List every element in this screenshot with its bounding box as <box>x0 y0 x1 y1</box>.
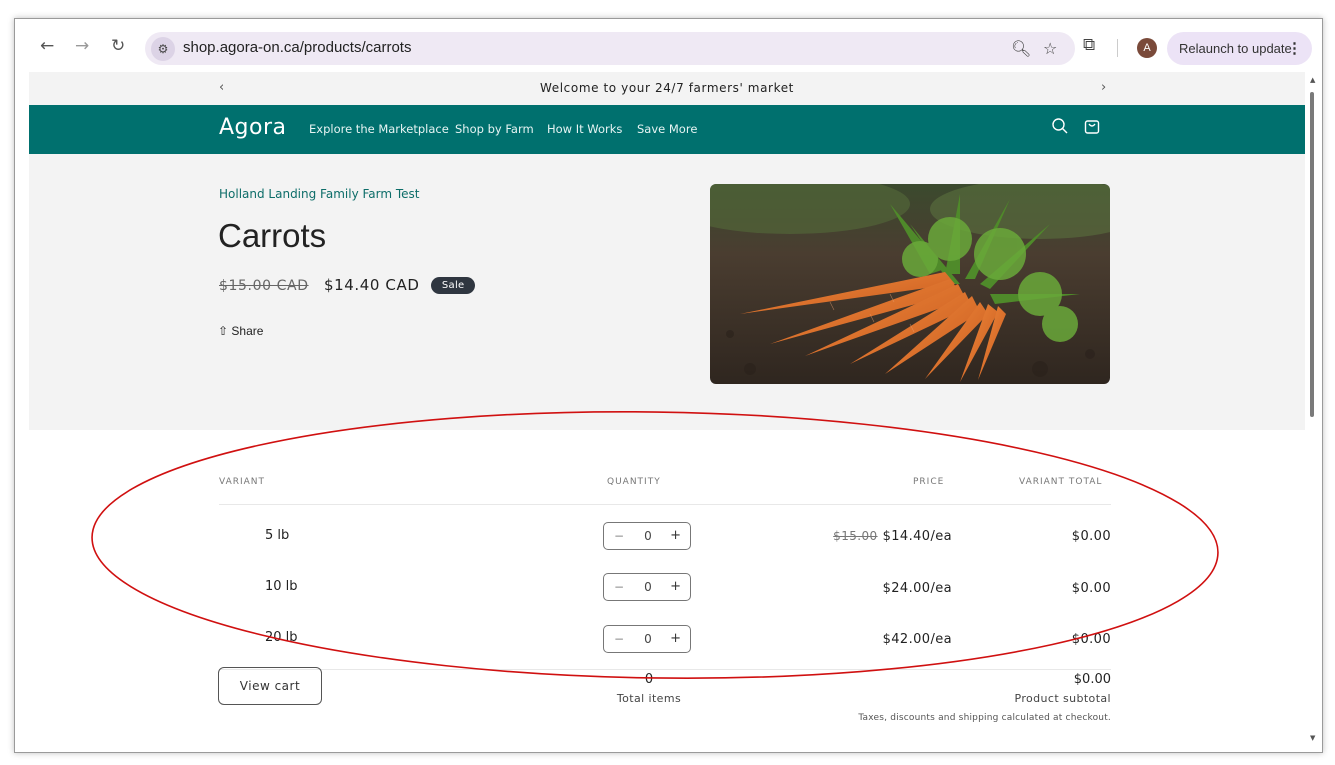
search-icon[interactable] <box>1051 117 1069 140</box>
url-text[interactable]: shop.agora-on.ca/products/carrots <box>183 39 411 56</box>
total-items-count: 0 <box>644 672 654 687</box>
quantity-stepper: − 0 + <box>603 522 691 550</box>
share-label: Share <box>231 324 264 338</box>
variant-price: $42.00/ea <box>883 632 952 647</box>
address-bar[interactable]: ⚙ shop.agora-on.ca/products/carrots 🔍︎ ☆ <box>145 32 1075 65</box>
variant-name: 5 lb <box>265 528 290 543</box>
variant-total: $0.00 <box>1071 529 1111 544</box>
relaunch-label: Relaunch to update <box>1179 41 1292 56</box>
profile-avatar[interactable]: A <box>1137 38 1157 58</box>
announcement-text: Welcome to your 24/7 farmers' market <box>540 81 794 95</box>
nav-explore-marketplace[interactable]: Explore the Marketplace <box>309 122 449 136</box>
relaunch-button[interactable]: Relaunch to update ⋮ <box>1167 32 1312 65</box>
tax-note: Taxes, discounts and shipping calculated… <box>858 713 1111 723</box>
site-info-icon[interactable]: ⚙ <box>151 37 175 61</box>
product-image[interactable] <box>710 184 1110 384</box>
vendor-link[interactable]: Holland Landing Family Farm Test <box>219 187 420 201</box>
product-price: $15.00 CAD $14.40 CAD Sale <box>219 276 476 294</box>
variant-unit-price: $42.00/ea <box>882 632 952 647</box>
zoom-icon[interactable]: 🔍︎ <box>1011 39 1031 58</box>
announcement-next-icon[interactable]: › <box>1101 80 1106 95</box>
back-arrow-icon[interactable]: ← <box>40 36 54 56</box>
increase-quantity-button[interactable]: + <box>670 579 681 594</box>
product-hero: Holland Landing Family Farm Test Carrots… <box>29 154 1305 430</box>
variant-price: $15.00 $14.40/ea <box>833 529 952 544</box>
product-title: Carrots <box>218 217 327 254</box>
variant-unit-price: $24.00/ea <box>882 581 952 596</box>
variant-compare-price: $15.00 <box>833 529 878 543</box>
col-header-variant: VARIANT <box>219 477 266 487</box>
site-header: Agora Explore the Marketplace Shop by Fa… <box>29 105 1305 154</box>
table-divider <box>219 669 1111 670</box>
sale-price: $14.40 CAD <box>323 276 420 294</box>
toolbar-divider <box>1117 39 1118 57</box>
col-header-quantity: QUANTITY <box>607 477 661 487</box>
variant-name: 10 lb <box>265 579 298 594</box>
brand-logo[interactable]: Agora <box>219 115 287 140</box>
variant-price: $24.00/ea <box>883 581 952 596</box>
forward-arrow-icon[interactable]: → <box>75 36 89 56</box>
variant-total: $0.00 <box>1071 581 1111 596</box>
col-header-price: PRICE <box>913 477 945 487</box>
nav-how-it-works[interactable]: How It Works <box>547 122 622 136</box>
nav-shop-by-farm[interactable]: Shop by Farm <box>455 122 534 136</box>
scroll-up-arrow-icon[interactable]: ▲ <box>1310 76 1315 84</box>
sale-badge: Sale <box>430 277 476 294</box>
increase-quantity-button[interactable]: + <box>670 631 681 646</box>
col-header-total: VARIANT TOTAL <box>1019 477 1103 487</box>
reload-icon[interactable]: ↻ <box>111 36 125 56</box>
table-divider <box>219 504 1111 505</box>
bookmark-star-icon[interactable]: ☆ <box>1043 39 1057 58</box>
nav-save-more[interactable]: Save More <box>637 122 697 136</box>
variant-table: VARIANT QUANTITY PRICE VARIANT TOTAL 5 l… <box>29 430 1305 752</box>
extensions-puzzle-icon[interactable]: ⧉ <box>1083 35 1095 55</box>
product-subtotal-label: Product subtotal <box>1014 692 1111 705</box>
scroll-down-arrow-icon[interactable]: ▼ <box>1310 734 1315 742</box>
share-icon: ⇧ <box>218 324 229 338</box>
product-subtotal-value: $0.00 <box>1073 672 1111 687</box>
cart-bag-icon[interactable] <box>1083 117 1101 140</box>
quantity-stepper: − 0 + <box>603 625 691 653</box>
compare-at-price: $15.00 CAD <box>219 278 309 294</box>
page-scrollbar[interactable]: ▲ ▼ <box>1305 72 1322 752</box>
page-viewport: ‹ Welcome to your 24/7 farmers' market ›… <box>29 72 1305 752</box>
total-items-label: Total items <box>616 692 682 705</box>
variant-name: 20 lb <box>265 630 298 645</box>
scrollbar-thumb[interactable] <box>1310 92 1314 417</box>
announcement-bar: ‹ Welcome to your 24/7 farmers' market › <box>29 72 1305 105</box>
increase-quantity-button[interactable]: + <box>670 528 681 543</box>
quantity-stepper: − 0 + <box>603 573 691 601</box>
kebab-menu-icon[interactable]: ⋮ <box>1287 32 1302 65</box>
view-cart-button[interactable]: View cart <box>218 667 322 705</box>
share-button[interactable]: ⇧ Share <box>218 324 263 338</box>
variant-total: $0.00 <box>1071 632 1111 647</box>
variant-unit-price: $14.40/ea <box>882 529 952 544</box>
browser-toolbar: ← → ↻ ⚙ shop.agora-on.ca/products/carrot… <box>15 19 1322 72</box>
browser-window: ← → ↻ ⚙ shop.agora-on.ca/products/carrot… <box>14 18 1323 753</box>
